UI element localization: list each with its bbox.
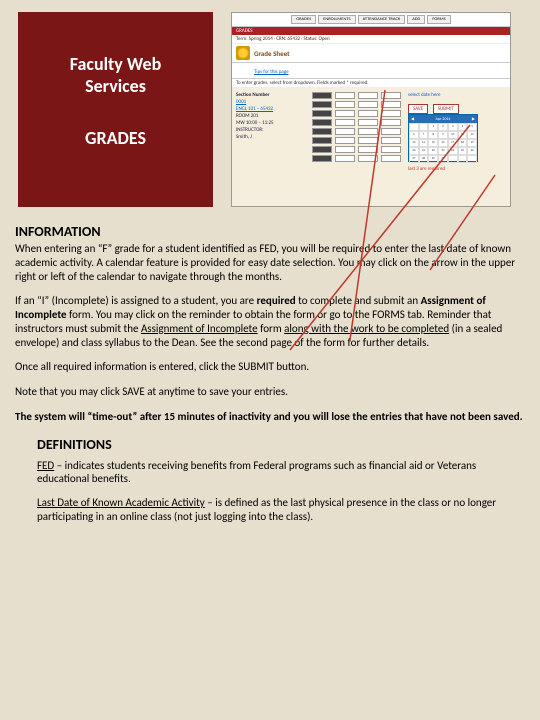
ss-right-panel: select date here SAVE SUBMIT ◀ Apr 2014 … [408, 92, 506, 207]
title-line1: Faculty WebServices [70, 54, 162, 97]
grade-sheet-title: Grade Sheet [254, 49, 290, 58]
title-block: Faculty WebServices GRADES [18, 12, 213, 207]
ss-section-info: Section Number 0001 ENGL 101 – 65432 ROO… [236, 92, 306, 207]
cal-prev-icon: ◀ [411, 116, 414, 122]
info-p5: The system will “time-out” after 15 minu… [15, 410, 525, 424]
ss-grade-grid [312, 92, 402, 207]
ss-tab: GRADES [291, 15, 316, 24]
def-fed: FED – indicates students receiving benef… [37, 459, 503, 487]
information-heading: INFORMATION [15, 223, 525, 240]
calendar-widget: ◀ Apr 2014 ▶ 12345 6789101112 1314151617… [408, 114, 478, 162]
ss-note-row: To enter grades, select from dropdown. F… [232, 79, 510, 88]
ss-tab: ADD [407, 15, 425, 24]
title-line3: GRADES [85, 127, 146, 149]
info-p3: Once all required information is entered… [15, 360, 525, 374]
ss-save-button: SAVE [408, 104, 428, 114]
ss-redband: GRADES [232, 27, 510, 35]
ss-tab: FORMS [427, 15, 450, 24]
tips-link: Tips for this page [254, 69, 289, 75]
star-icon [236, 46, 250, 60]
ss-submit-button: SUBMIT [433, 104, 459, 114]
ss-gradesheet-header: Grade Sheet [232, 44, 510, 63]
required-label: last 3 are required [408, 166, 506, 172]
def-lastdate: Last Date of Known Academic Activity – i… [37, 496, 503, 524]
definitions-heading: DEFINITIONS [37, 436, 503, 453]
ss-tab: ATTENDANCE TRACK [358, 15, 406, 24]
content-body: INFORMATION When entering an “F” grade f… [0, 207, 540, 524]
ss-tab: ENROLLMENTS [318, 15, 355, 24]
app-screenshot: GRADES ENROLLMENTS ATTENDANCE TRACK ADD … [231, 12, 511, 207]
ss-meta-row: Term: Spring 2014 · CRN: 65432 · Status:… [232, 35, 510, 44]
ss-tabs: GRADES ENROLLMENTS ATTENDANCE TRACK ADD … [232, 13, 510, 27]
cal-next-icon: ▶ [472, 116, 475, 122]
info-p4: Note that you may click SAVE at anytime … [15, 385, 525, 399]
info-p2: If an “I” (Incomplete) is assigned to a … [15, 294, 525, 349]
info-p1: When entering an “F” grade for a student… [15, 242, 525, 283]
